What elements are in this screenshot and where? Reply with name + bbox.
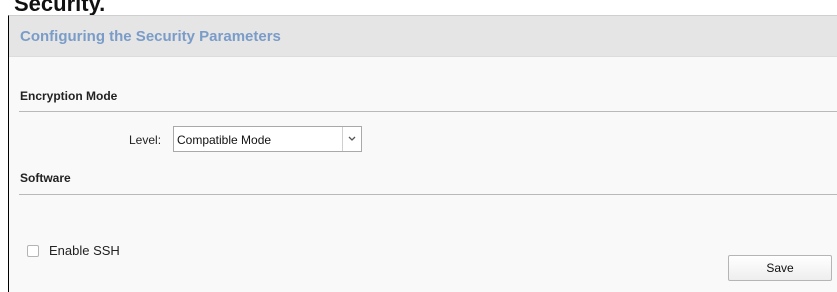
software-heading: Software [20,171,71,185]
enable-ssh-checkbox[interactable] [27,245,39,257]
encryption-level-value: Compatible Mode [177,133,272,147]
software-divider [19,194,837,195]
chevron-down-icon [348,136,356,141]
encryption-level-select[interactable]: Compatible Mode [173,126,362,152]
enable-ssh-label[interactable]: Enable SSH [49,243,120,258]
level-label: Level: [129,133,162,147]
dropdown-arrow[interactable] [342,127,361,151]
encryption-mode-heading: Encryption Mode [20,89,118,103]
security-settings-screen: Security. Configuring the Security Param… [0,0,837,292]
panel-title: Configuring the Security Parameters [20,28,281,45]
encryption-divider [19,111,837,112]
security-panel: Configuring the Security Parameters Encr… [8,15,837,292]
panel-header: Configuring the Security Parameters [9,16,837,57]
save-button[interactable]: Save [728,255,832,281]
